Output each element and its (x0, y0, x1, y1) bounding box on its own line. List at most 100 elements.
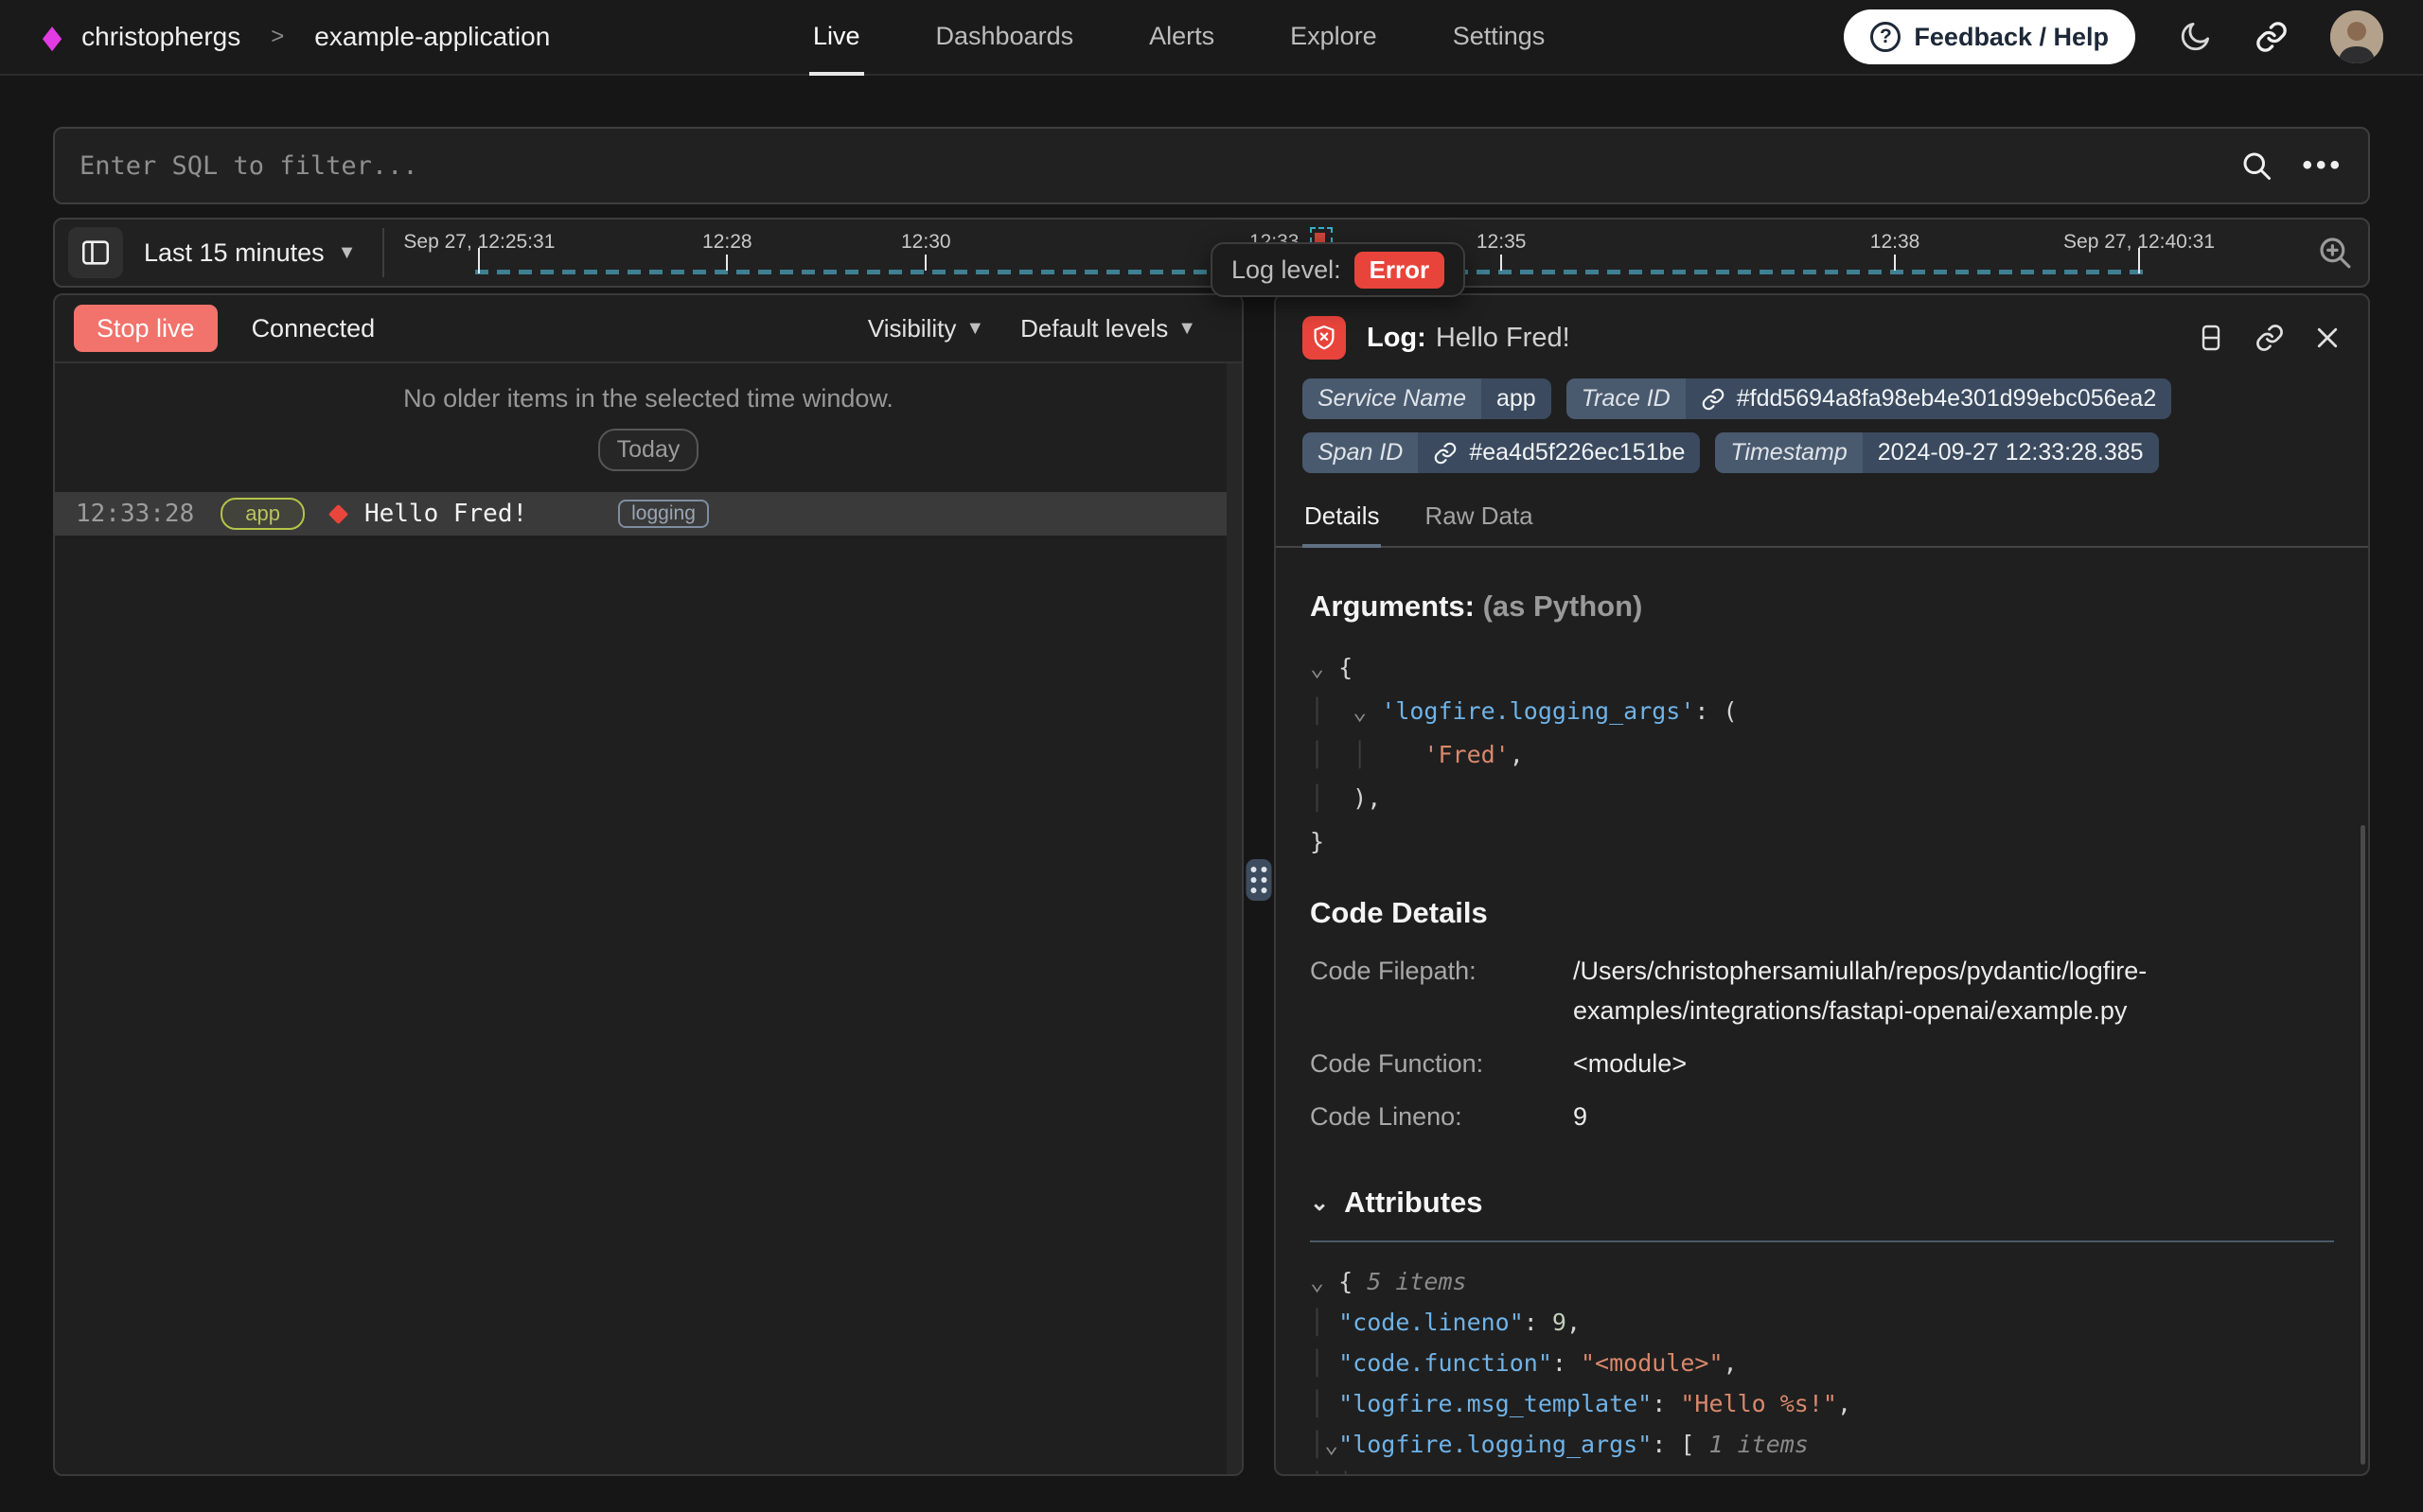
span-id-label: Span ID (1302, 432, 1418, 473)
nav-tab-dashboards[interactable]: Dashboards (932, 0, 1078, 76)
code-filepath-row: Code Filepath: /Users/christophersamiull… (1310, 951, 2334, 1030)
service-name-label: Service Name (1302, 378, 1481, 419)
user-avatar[interactable] (2330, 10, 2383, 63)
nav-tab-explore[interactable]: Explore (1286, 0, 1381, 76)
breadcrumb-separator: > (271, 24, 284, 50)
detail-tabs: Details Raw Data (1276, 492, 2368, 548)
panel-toggle-icon (80, 237, 112, 269)
detail-title: Log: Hello Fred! (1367, 323, 1570, 354)
visibility-dropdown[interactable]: Visibility ▼ (868, 314, 984, 343)
nav-tabs: Live Dashboards Alerts Explore Settings (809, 0, 1548, 76)
code-filepath-value: /Users/christophersamiullah/repos/pydant… (1573, 951, 2217, 1030)
timeline-tick (1500, 255, 1502, 271)
time-range-dropdown[interactable]: Last 15 minutes ▼ (144, 238, 356, 268)
today-button[interactable]: Today (598, 429, 699, 471)
moon-icon (2177, 19, 2213, 55)
sql-filter-input[interactable] (80, 151, 2239, 181)
breadcrumb-org[interactable]: christophergs (81, 22, 240, 52)
feedback-help-button[interactable]: ? Feedback / Help (1844, 9, 2135, 64)
divider (382, 228, 384, 277)
attributes-toggle[interactable]: ⌄ Attributes (1310, 1186, 2334, 1220)
sidebar-toggle-button[interactable] (68, 227, 123, 278)
timeline-tick (478, 248, 480, 273)
timeline-tick (925, 255, 927, 271)
error-level-badge: Error (1354, 252, 1445, 289)
attributes-json-code[interactable]: ⌄ { 5 items│ "code.lineno": 9,│ "code.fu… (1310, 1261, 2334, 1476)
error-shield-badge (1302, 316, 1346, 360)
timeline-tick-label: 12:35 (1477, 231, 1527, 254)
dark-mode-toggle[interactable] (2177, 19, 2213, 55)
code-function-label: Code Function: (1310, 1044, 1573, 1083)
zoom-in-icon (2315, 233, 2355, 273)
link-icon (2255, 20, 2289, 54)
arguments-python-code[interactable]: ⌄ {│ ⌄ 'logfire.logging_args': (│ │ 'Fre… (1310, 646, 2334, 864)
close-icon[interactable] (2313, 324, 2342, 352)
default-levels-label: Default levels (1020, 314, 1168, 343)
breadcrumb-project[interactable]: example-application (314, 22, 550, 52)
detail-title-prefix: Log: (1367, 323, 1426, 353)
log-message: Hello Fred! (364, 500, 527, 528)
connection-status: Connected (252, 314, 376, 343)
search-icon[interactable] (2239, 149, 2273, 183)
panel-view-icon[interactable] (2196, 323, 2226, 353)
code-function-value: <module> (1573, 1044, 1687, 1083)
trace-id-value: #fdd5694a8fa98eb4e301d99ebc056ea2 (1737, 385, 2157, 413)
service-name-value: app (1481, 378, 1551, 419)
chevron-down-icon: ⌄ (1310, 1189, 1329, 1217)
scrollbar-track[interactable] (1227, 363, 1242, 1474)
timestamp-badge: Timestamp 2024-09-27 12:33:28.385 (1715, 432, 2158, 473)
avatar-photo (2330, 10, 2383, 63)
copy-link-icon[interactable] (2255, 323, 2285, 353)
nav-tab-live[interactable]: Live (809, 0, 864, 76)
empty-window-message: No older items in the selected time wind… (55, 363, 1242, 413)
timeline-tick (726, 255, 728, 271)
scrollbar-thumb[interactable] (2361, 825, 2365, 1465)
detail-title-text: Hello Fred! (1436, 323, 1570, 353)
code-function-row: Code Function: <module> (1310, 1044, 2334, 1083)
timeline-tick-label: 12:38 (1870, 231, 1920, 254)
log-row-selected[interactable]: 12:33:28 app Hello Fred! logging (55, 492, 1242, 536)
span-id-badge[interactable]: Span ID #ea4d5f226ec151be (1302, 432, 1700, 473)
tab-raw-data[interactable]: Raw Data (1423, 492, 1534, 548)
arguments-heading: Arguments: (as Python) (1310, 589, 2334, 624)
timeline-tick-label: 12:30 (901, 231, 951, 254)
trace-id-badge[interactable]: Trace ID #fdd5694a8fa98eb4e301d99ebc056e… (1566, 378, 2172, 419)
service-badge[interactable]: app (221, 498, 305, 530)
chevron-down-icon: ▼ (338, 242, 357, 264)
logging-tag[interactable]: logging (618, 500, 709, 528)
code-lineno-label: Code Lineno: (1310, 1097, 1573, 1136)
link-icon (1701, 387, 1725, 412)
logfire-logo-icon[interactable]: ◆ (43, 21, 62, 53)
timeline-tick (1894, 255, 1896, 271)
panel-divider (1244, 293, 1274, 1476)
attributes-heading-text: Attributes (1344, 1186, 1482, 1220)
error-diamond-icon (328, 503, 348, 523)
detail-header: Log: Hello Fred! (1276, 295, 2368, 373)
timeline-tick-label: 12:28 (702, 231, 752, 254)
code-filepath-label: Code Filepath: (1310, 951, 1573, 1030)
span-id-value: #ea4d5f226ec151be (1469, 439, 1685, 466)
top-nav: ◆ christophergs > example-application Li… (0, 0, 2423, 76)
log-detail-panel: Log: Hello Fred! Service Name app (1274, 293, 2370, 1476)
sql-filter-bar: ••• (53, 127, 2370, 204)
code-lineno-row: Code Lineno: 9 (1310, 1097, 2334, 1136)
stop-live-button[interactable]: Stop live (74, 305, 218, 352)
panel-resize-handle[interactable] (1247, 859, 1272, 901)
timeline-zoom-button[interactable] (2315, 233, 2355, 273)
detail-scroll-area: Arguments: (as Python) ⌄ {│ ⌄ 'logfire.l… (1276, 548, 2368, 1476)
timestamp-label: Timestamp (1715, 432, 1862, 473)
live-panel-body: No older items in the selected time wind… (55, 363, 1242, 1474)
nav-tab-alerts[interactable]: Alerts (1145, 0, 1218, 76)
timeline-tick (2138, 248, 2140, 273)
nav-tab-settings[interactable]: Settings (1449, 0, 1549, 76)
chevron-down-icon: ▼ (1177, 318, 1196, 340)
code-lineno-value: 9 (1573, 1097, 1587, 1136)
more-options-icon[interactable]: ••• (2302, 149, 2343, 182)
code-details-rows: Code Filepath: /Users/christophersamiull… (1310, 951, 2334, 1136)
tab-details[interactable]: Details (1302, 492, 1381, 548)
log-time: 12:33:28 (76, 500, 194, 528)
main-content: Stop live Connected Visibility ▼ Default… (53, 293, 2370, 1476)
share-link-button[interactable] (2255, 20, 2289, 54)
breadcrumb: ◆ christophergs > example-application (40, 21, 550, 53)
default-levels-dropdown[interactable]: Default levels ▼ (1020, 314, 1196, 343)
